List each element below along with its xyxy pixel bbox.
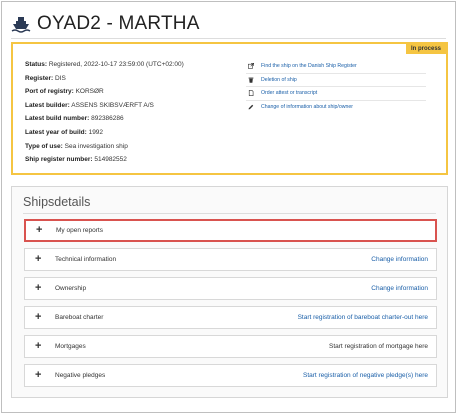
accordion-ownership[interactable]: + Ownership Change information: [24, 277, 437, 300]
divider: [23, 213, 436, 214]
change-information-link[interactable]: Change information: [371, 285, 428, 292]
find-ship-link[interactable]: Find the ship on the Danish Ship Registe…: [246, 60, 426, 74]
accordion-my-open-reports[interactable]: + My open reports: [24, 219, 437, 242]
detail-register: Register: DIS: [25, 74, 66, 82]
detail-status: Status: Registered, 2022-10-17 23:59:00 …: [25, 61, 184, 68]
start-mortgage-registration-link[interactable]: Start registration of mortgage here: [329, 343, 428, 350]
start-bareboat-registration-link[interactable]: Start registration of bareboat charter-o…: [298, 314, 428, 321]
page-title: OYAD2 - MARTHA: [37, 13, 200, 34]
trash-icon: [246, 77, 256, 83]
plus-icon: +: [36, 224, 43, 236]
accordion-bareboat-charter[interactable]: + Bareboat charter Start registration of…: [24, 306, 437, 329]
start-negative-pledge-registration-link[interactable]: Start registration of negative pledge(s)…: [303, 372, 428, 379]
page-frame: OYAD2 - MARTHA In process Status: Regist…: [1, 1, 456, 413]
deletion-of-ship-link[interactable]: Deletion of ship: [246, 74, 426, 87]
detail-year-of-build: Latest year of build: 1992: [25, 128, 104, 136]
document-icon: [246, 90, 256, 97]
detail-build-number: Latest build number: 892386286: [25, 115, 124, 123]
pencil-icon: [246, 104, 256, 110]
plus-icon: +: [35, 369, 42, 381]
ship-icon: [11, 14, 31, 34]
plus-icon: +: [35, 340, 42, 352]
change-information-link[interactable]: Change of information about ship/owner: [246, 101, 426, 115]
detail-latest-builder: Latest builder: ASSENS SKIBSVÆRFT A/S: [25, 101, 154, 109]
divider: [11, 38, 446, 39]
order-attest-link[interactable]: Order attest or transcript: [246, 87, 426, 101]
external-link-icon: [246, 63, 256, 69]
status-badge: In process: [405, 44, 446, 54]
page-header: OYAD2 - MARTHA: [11, 10, 200, 38]
detail-port-of-registry: Port of registry: KORSØR: [25, 88, 104, 96]
ship-details-list: Status: Registered, 2022-10-17 23:59:00 …: [25, 58, 184, 167]
plus-icon: +: [35, 282, 42, 294]
plus-icon: +: [35, 253, 42, 265]
accordion-technical-information[interactable]: + Technical information Change informati…: [24, 248, 437, 271]
plus-icon: +: [35, 311, 42, 323]
ship-actions: Find the ship on the Danish Ship Registe…: [246, 60, 426, 114]
ship-info-card: In process Status: Registered, 2022-10-1…: [11, 42, 448, 175]
change-information-link[interactable]: Change information: [371, 256, 428, 263]
accordion-mortgages[interactable]: + Mortgages Start registration of mortga…: [24, 335, 437, 358]
accordion-negative-pledges[interactable]: + Negative pledges Start registration of…: [24, 364, 437, 387]
panel-title: Shipsdetails: [23, 195, 91, 209]
detail-type-of-use: Type of use: Sea investigation ship: [25, 142, 128, 150]
detail-ship-register-number: Ship register number: 514982552: [25, 156, 127, 164]
shipsdetails-panel: Shipsdetails + My open reports + Technic…: [11, 186, 448, 398]
